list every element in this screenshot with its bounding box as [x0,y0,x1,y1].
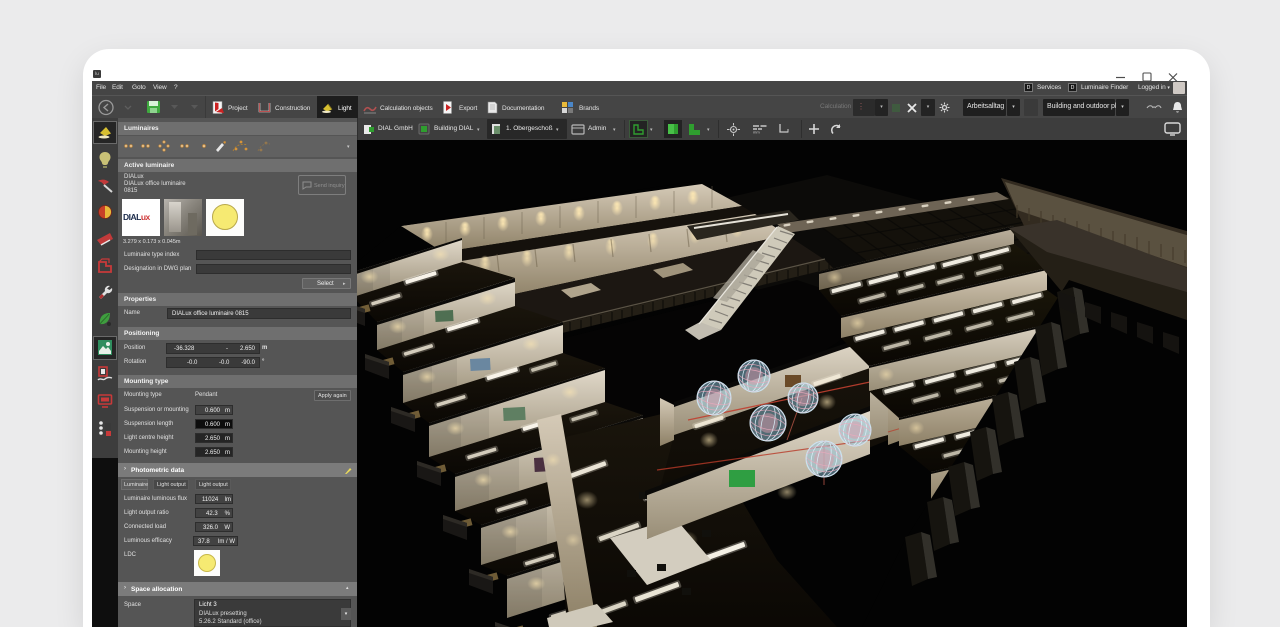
svg-text:mm: mm [753,130,760,135]
